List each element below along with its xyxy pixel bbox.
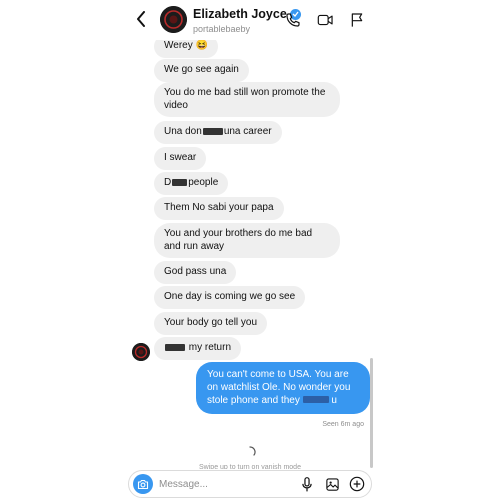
seen-status: Seen 6m ago [322, 421, 364, 428]
message-bubble[interactable]: Them No sabi your papa [154, 197, 284, 220]
camera-icon[interactable] [133, 474, 153, 494]
gallery-icon[interactable] [324, 476, 340, 492]
redaction-mark [172, 178, 188, 186]
composer-actions [299, 476, 365, 492]
message-text: You and your brothers do me bad and run … [164, 228, 313, 252]
message-bubble[interactable]: Your body go tell you [154, 312, 268, 335]
phone-icon[interactable] [284, 11, 302, 29]
message-text: people [188, 177, 219, 188]
message-text: Werey 😆 [164, 40, 208, 51]
message-text: One day is coming we go see [164, 291, 296, 302]
message-bubble[interactable]: One day is coming we go see [154, 286, 306, 309]
message-text: Your body go tell you [164, 317, 258, 328]
redaction-mark [302, 396, 329, 404]
header-actions [284, 11, 366, 29]
video-icon[interactable] [316, 11, 334, 29]
message-bubble[interactable]: Dpeople [154, 172, 229, 195]
message-text: una career [223, 126, 272, 137]
message-text: Them No sabi your papa [164, 202, 274, 213]
scrollbar[interactable] [370, 358, 373, 468]
contact-username: portablebaeby [193, 24, 251, 34]
redaction-mark [165, 343, 185, 351]
message-text: We go see again [164, 64, 239, 75]
message-bubble[interactable]: We go see again [154, 59, 249, 82]
redaction-mark [202, 127, 223, 135]
chat-header: Elizabeth Joyce portablebaeby [124, 0, 376, 40]
message-text: D [164, 177, 172, 188]
vanish-mode-hint: Swipe up to turn on vanish mode [199, 464, 301, 469]
message-text: I swear [164, 152, 197, 163]
message-text: God pass una [164, 266, 227, 277]
message-bubble[interactable]: You do me bad still won promote the vide… [154, 82, 340, 117]
dm-screen: Elizabeth Joyce portablebaeby Werey 😆 We… [124, 0, 376, 500]
message-text: You do me bad still won promote the vide… [164, 87, 326, 111]
avatar[interactable] [160, 6, 187, 33]
contact-name-text: Elizabeth Joyce [193, 7, 287, 21]
message-text: my return [188, 342, 232, 353]
message-composer [128, 470, 372, 498]
message-bubble[interactable]: I swear [154, 147, 207, 170]
message-text: u [331, 394, 337, 406]
loading-spinner-icon [244, 445, 256, 457]
message-text: Una don [164, 126, 202, 137]
microphone-icon[interactable] [299, 476, 315, 492]
sent-message-bubble[interactable]: You can't come to USA. You are on watchl… [196, 362, 370, 415]
message-text: You can't come to USA. You are on watchl… [207, 369, 351, 406]
back-icon[interactable] [132, 8, 150, 30]
sender-avatar[interactable] [132, 343, 150, 361]
message-bubble[interactable]: You and your brothers do me bad and run … [154, 223, 340, 258]
message-bubble[interactable]: God pass una [154, 261, 237, 284]
message-bubble[interactable]: my return [154, 337, 242, 360]
message-bubble[interactable]: Una don una career [154, 121, 282, 144]
add-icon[interactable] [349, 476, 365, 492]
flag-icon[interactable] [348, 11, 366, 29]
message-input[interactable] [159, 476, 279, 492]
